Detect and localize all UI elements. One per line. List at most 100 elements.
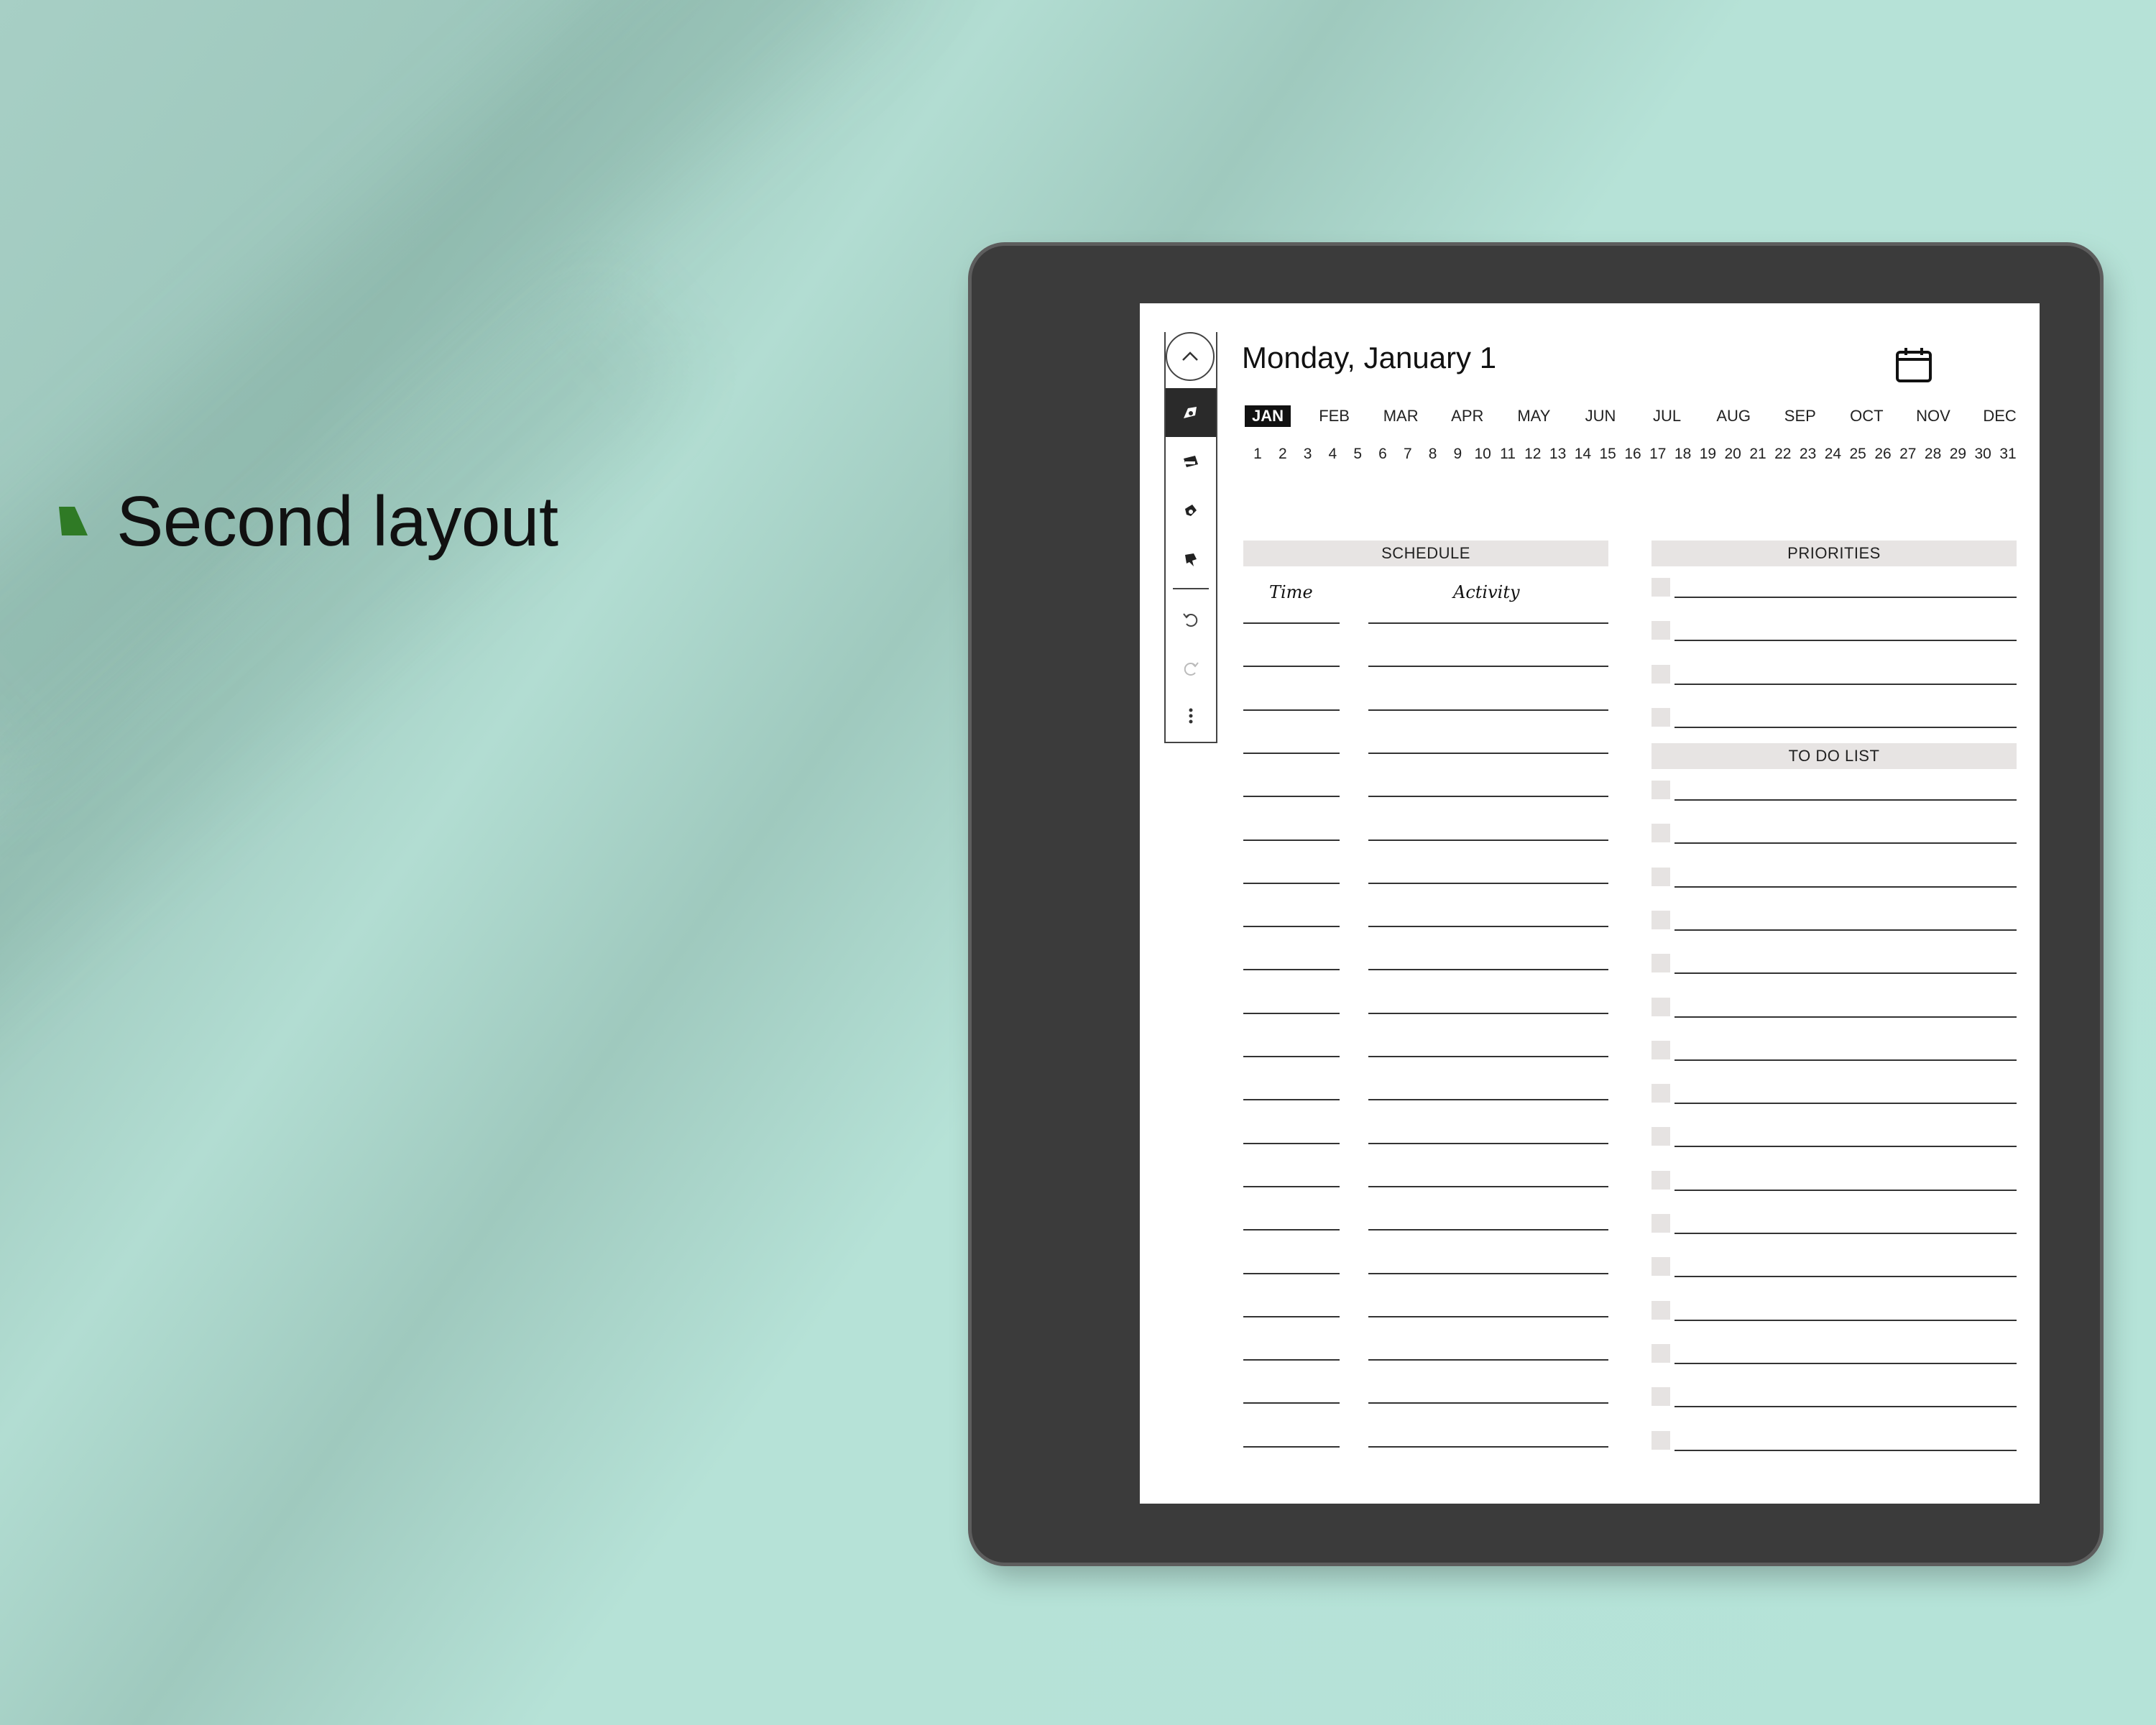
schedule-time-line[interactable] bbox=[1243, 882, 1340, 884]
schedule-time-line[interactable] bbox=[1243, 1272, 1340, 1274]
calendar-button[interactable] bbox=[1894, 345, 1933, 387]
day-link-27[interactable]: 27 bbox=[1896, 446, 1920, 463]
day-link-13[interactable]: 13 bbox=[1546, 446, 1570, 463]
schedule-activity-line[interactable] bbox=[1368, 752, 1608, 754]
todo-line[interactable] bbox=[1674, 799, 2017, 801]
todo-line[interactable] bbox=[1674, 1189, 2017, 1191]
month-tab-oct[interactable]: OCT bbox=[1843, 405, 1889, 427]
todo-checkbox[interactable] bbox=[1651, 1257, 1670, 1276]
schedule-time-line[interactable] bbox=[1243, 1012, 1340, 1014]
todo-checkbox[interactable] bbox=[1651, 1127, 1670, 1146]
todo-line[interactable] bbox=[1674, 1449, 2017, 1451]
schedule-activity-line[interactable] bbox=[1368, 1229, 1608, 1231]
day-link-22[interactable]: 22 bbox=[1771, 446, 1795, 463]
day-link-15[interactable]: 15 bbox=[1595, 446, 1620, 463]
priority-line[interactable] bbox=[1674, 683, 2017, 685]
schedule-activity-line[interactable] bbox=[1368, 882, 1608, 884]
day-link-31[interactable]: 31 bbox=[1996, 446, 2020, 463]
schedule-time-line[interactable] bbox=[1243, 1445, 1340, 1448]
todo-checkbox[interactable] bbox=[1651, 1084, 1670, 1103]
month-tab-nov[interactable]: NOV bbox=[1910, 405, 1956, 427]
schedule-time-line[interactable] bbox=[1243, 1229, 1340, 1231]
day-link-25[interactable]: 25 bbox=[1846, 446, 1870, 463]
todo-checkbox[interactable] bbox=[1651, 1300, 1670, 1320]
todo-line[interactable] bbox=[1674, 1406, 2017, 1408]
month-tab-jan[interactable]: JAN bbox=[1245, 405, 1291, 427]
day-link-28[interactable]: 28 bbox=[1921, 446, 1945, 463]
day-link-4[interactable]: 4 bbox=[1320, 446, 1345, 463]
day-link-23[interactable]: 23 bbox=[1796, 446, 1820, 463]
todo-line[interactable] bbox=[1674, 1362, 2017, 1364]
todo-checkbox[interactable] bbox=[1651, 910, 1670, 929]
month-tab-mar[interactable]: MAR bbox=[1378, 405, 1424, 427]
schedule-activity-line[interactable] bbox=[1368, 796, 1608, 798]
schedule-activity-line[interactable] bbox=[1368, 969, 1608, 971]
priority-checkbox[interactable] bbox=[1651, 578, 1670, 597]
eraser-tool-button[interactable] bbox=[1166, 486, 1216, 535]
todo-line[interactable] bbox=[1674, 1319, 2017, 1321]
collapse-toolbar-button[interactable] bbox=[1166, 332, 1215, 381]
schedule-activity-line[interactable] bbox=[1368, 709, 1608, 711]
schedule-time-line[interactable] bbox=[1243, 969, 1340, 971]
todo-checkbox[interactable] bbox=[1651, 1387, 1670, 1407]
day-link-26[interactable]: 26 bbox=[1871, 446, 1895, 463]
pen-tool-button[interactable] bbox=[1166, 388, 1216, 437]
month-tab-dec[interactable]: DEC bbox=[1977, 405, 2023, 427]
day-link-17[interactable]: 17 bbox=[1646, 446, 1670, 463]
day-link-16[interactable]: 16 bbox=[1621, 446, 1645, 463]
day-link-18[interactable]: 18 bbox=[1671, 446, 1695, 463]
schedule-activity-line[interactable] bbox=[1368, 1315, 1608, 1317]
schedule-time-line[interactable] bbox=[1243, 1315, 1340, 1317]
highlighter-tool-button[interactable] bbox=[1166, 437, 1216, 486]
month-tab-jul[interactable]: JUL bbox=[1644, 405, 1690, 427]
schedule-time-line[interactable] bbox=[1243, 622, 1340, 624]
todo-checkbox[interactable] bbox=[1651, 1040, 1670, 1059]
todo-checkbox[interactable] bbox=[1651, 781, 1670, 799]
todo-line[interactable] bbox=[1674, 1016, 2017, 1018]
schedule-time-line[interactable] bbox=[1243, 796, 1340, 798]
day-link-29[interactable]: 29 bbox=[1945, 446, 1970, 463]
schedule-activity-line[interactable] bbox=[1368, 666, 1608, 668]
todo-line[interactable] bbox=[1674, 1146, 2017, 1148]
schedule-activity-line[interactable] bbox=[1368, 926, 1608, 928]
day-link-6[interactable]: 6 bbox=[1370, 446, 1395, 463]
schedule-activity-line[interactable] bbox=[1368, 1185, 1608, 1187]
schedule-time-line[interactable] bbox=[1243, 666, 1340, 668]
month-tab-apr[interactable]: APR bbox=[1445, 405, 1491, 427]
todo-checkbox[interactable] bbox=[1651, 1343, 1670, 1363]
schedule-activity-line[interactable] bbox=[1368, 1142, 1608, 1144]
day-link-5[interactable]: 5 bbox=[1345, 446, 1370, 463]
day-link-9[interactable]: 9 bbox=[1445, 446, 1470, 463]
month-tab-aug[interactable]: AUG bbox=[1710, 405, 1756, 427]
redo-button[interactable] bbox=[1166, 644, 1216, 693]
todo-line[interactable] bbox=[1674, 1233, 2017, 1234]
day-link-30[interactable]: 30 bbox=[1971, 446, 1995, 463]
day-link-19[interactable]: 19 bbox=[1695, 446, 1720, 463]
todo-checkbox[interactable] bbox=[1651, 1430, 1670, 1450]
todo-line[interactable] bbox=[1674, 886, 2017, 888]
more-options-button[interactable] bbox=[1166, 691, 1216, 740]
todo-checkbox[interactable] bbox=[1651, 867, 1670, 886]
schedule-activity-line[interactable] bbox=[1368, 839, 1608, 841]
schedule-activity-line[interactable] bbox=[1368, 1402, 1608, 1404]
schedule-time-line[interactable] bbox=[1243, 1142, 1340, 1144]
day-link-24[interactable]: 24 bbox=[1820, 446, 1845, 463]
schedule-activity-line[interactable] bbox=[1368, 1359, 1608, 1361]
todo-line[interactable] bbox=[1674, 842, 2017, 845]
day-link-20[interactable]: 20 bbox=[1720, 446, 1745, 463]
schedule-time-line[interactable] bbox=[1243, 1359, 1340, 1361]
undo-button[interactable] bbox=[1166, 595, 1216, 644]
day-link-8[interactable]: 8 bbox=[1421, 446, 1445, 463]
priority-line[interactable] bbox=[1674, 597, 2017, 598]
month-tab-jun[interactable]: JUN bbox=[1577, 405, 1623, 427]
todo-line[interactable] bbox=[1674, 1059, 2017, 1061]
schedule-activity-line[interactable] bbox=[1368, 1272, 1608, 1274]
todo-checkbox[interactable] bbox=[1651, 824, 1670, 843]
day-link-7[interactable]: 7 bbox=[1396, 446, 1420, 463]
day-link-14[interactable]: 14 bbox=[1570, 446, 1595, 463]
day-link-11[interactable]: 11 bbox=[1496, 446, 1520, 463]
schedule-time-line[interactable] bbox=[1243, 1185, 1340, 1187]
schedule-activity-line[interactable] bbox=[1368, 1445, 1608, 1448]
schedule-time-line[interactable] bbox=[1243, 1099, 1340, 1101]
schedule-activity-line[interactable] bbox=[1368, 622, 1608, 624]
